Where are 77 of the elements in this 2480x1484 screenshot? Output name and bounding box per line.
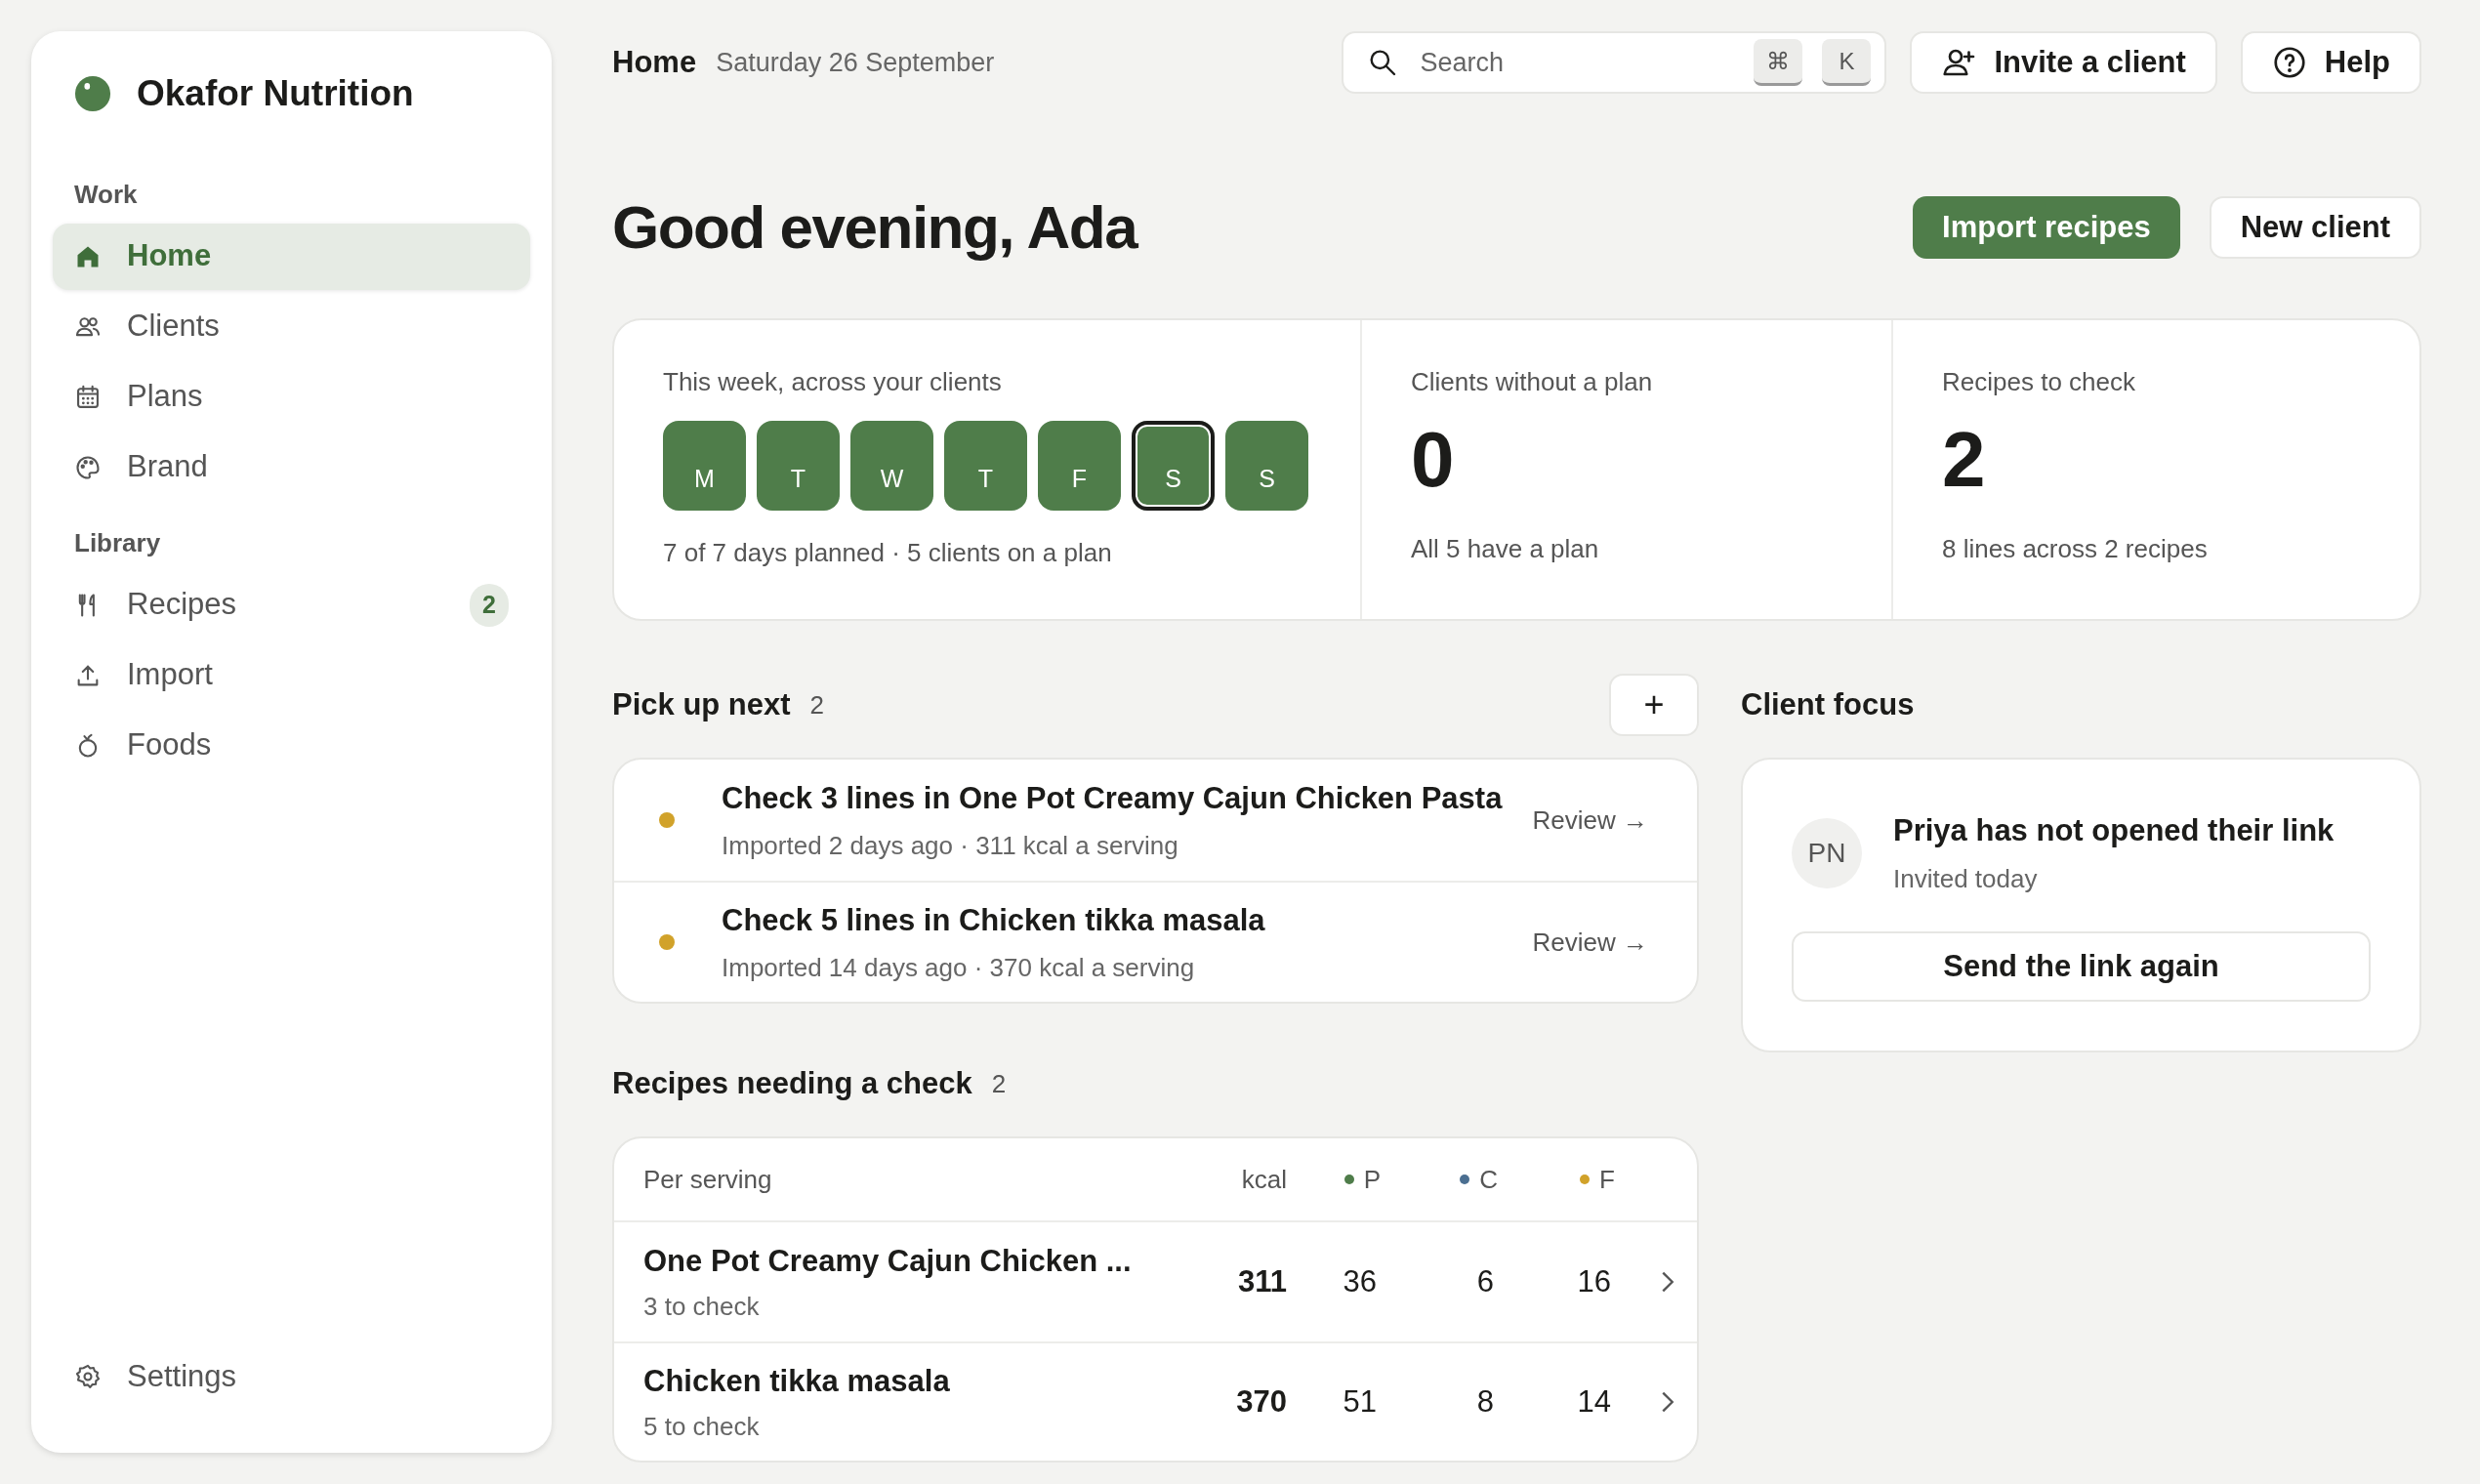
send-link-button[interactable]: Send the link again (1792, 930, 2371, 1002)
task-meta: Imported 14 days ago · 370 kcal a serving (722, 952, 1196, 985)
recipe-note: 3 to check (643, 1291, 761, 1324)
search-field[interactable]: Search ⌘ K (1342, 31, 1887, 94)
stat-note: All 5 have a plan (1411, 533, 1600, 566)
day-tile[interactable]: S (1225, 421, 1308, 512)
day-tile[interactable]: W (850, 421, 933, 512)
stat-value: 0 (1411, 421, 1456, 500)
table-cell-text: 36 (1342, 1263, 1378, 1301)
review-link[interactable]: Review → (1532, 923, 1648, 962)
stat-title: Clients without a plan (1411, 366, 1654, 399)
table-cell-text: 8 (1475, 1383, 1495, 1422)
table-cell-text: 16 (1576, 1263, 1612, 1301)
nav-item[interactable]: Plans (53, 363, 530, 431)
day-tile[interactable]: F (1038, 421, 1121, 512)
page-title: Home (612, 43, 697, 81)
column-header: kcal (1240, 1163, 1287, 1196)
recipe-note: 5 to check (643, 1411, 761, 1444)
review-link[interactable]: Review → (1532, 801, 1648, 840)
day-tile[interactable]: T (944, 421, 1027, 512)
section-label: Work (73, 178, 139, 211)
count-badge: 2 (470, 583, 509, 627)
nav-item[interactable]: Recipes 2 (53, 571, 530, 639)
client-note: Invited today (1893, 862, 2039, 895)
nav-item[interactable]: Clients (53, 293, 530, 360)
day-tile[interactable]: T (757, 421, 840, 512)
date-label: Saturday 26 September (716, 46, 995, 79)
logo-icon (74, 74, 111, 112)
stat-value: 2 (1942, 421, 1987, 500)
table-cell-text: 311 (1237, 1263, 1287, 1301)
chevron-icon[interactable] (1661, 1391, 1674, 1414)
brand-name: Okafor Nutrition (137, 72, 414, 115)
table-cell-text: 6 (1475, 1263, 1495, 1301)
table-cell-text: 370 (1235, 1383, 1287, 1422)
avatar-initials: PN (1792, 818, 1862, 889)
new-client-button[interactable]: New client (2209, 196, 2421, 260)
add-button[interactable]: + (1609, 674, 1699, 737)
section-count: 2 (809, 688, 825, 721)
table-cell-text: 14 (1576, 1383, 1612, 1422)
day-tile[interactable]: S (1132, 421, 1215, 512)
import-button[interactable]: Import recipes (1913, 196, 2180, 260)
table-cell-text: 51 (1342, 1383, 1378, 1422)
greeting-title: Good evening, Ada (612, 192, 1137, 263)
nav-item[interactable]: Foods (53, 712, 530, 779)
day-tile[interactable]: M (663, 421, 746, 512)
task-title: Check 5 lines in Chicken tikka masala (722, 901, 1265, 939)
stat-title: Recipes to check (1942, 366, 2136, 399)
header-button[interactable]: Help (2240, 31, 2421, 94)
client-headline: Priya has not opened their link (1893, 812, 2335, 850)
column-header: P (1363, 1163, 1381, 1196)
recipe-name: One Pot Creamy Cajun Chicken ... (643, 1242, 1133, 1280)
nav-item[interactable]: Home (53, 223, 530, 290)
header-button[interactable]: Invite a client (1910, 31, 2217, 94)
help-icon (2271, 45, 2307, 80)
task-title: Check 3 lines in One Pot Creamy Cajun Chicken Pasta (722, 779, 1503, 817)
nav-item[interactable]: Settings (53, 1343, 530, 1410)
section-title: Recipes needing a check (612, 1065, 972, 1103)
stat-title: This week, across your clients (663, 366, 1003, 399)
nav-item[interactable]: Brand (53, 433, 530, 501)
palette-icon (74, 453, 102, 481)
column-header: Per serving (643, 1163, 773, 1196)
chevron-icon[interactable] (1661, 1271, 1674, 1294)
section-label: Library (73, 526, 162, 559)
shortcut-key: K (1822, 39, 1872, 86)
calendar-icon (74, 383, 102, 411)
section-title: Client focus (1741, 686, 1915, 724)
recipe-name: Chicken tikka masala (643, 1362, 951, 1400)
column-header: F (1599, 1163, 1615, 1196)
nav-item[interactable]: Import (53, 641, 530, 709)
settings-icon (74, 1363, 102, 1390)
column-header: C (1479, 1163, 1498, 1196)
section-title: Pick up next (612, 686, 791, 724)
section-count: 2 (991, 1067, 1007, 1100)
stat-note: 7 of 7 days planned · 5 clients on a plan (663, 537, 1113, 570)
stat-note: 8 lines across 2 recipes (1942, 533, 2209, 566)
task-meta: Imported 2 days ago · 311 kcal a serving (722, 830, 1179, 863)
shortcut-key: ⌘ (1754, 39, 1803, 86)
